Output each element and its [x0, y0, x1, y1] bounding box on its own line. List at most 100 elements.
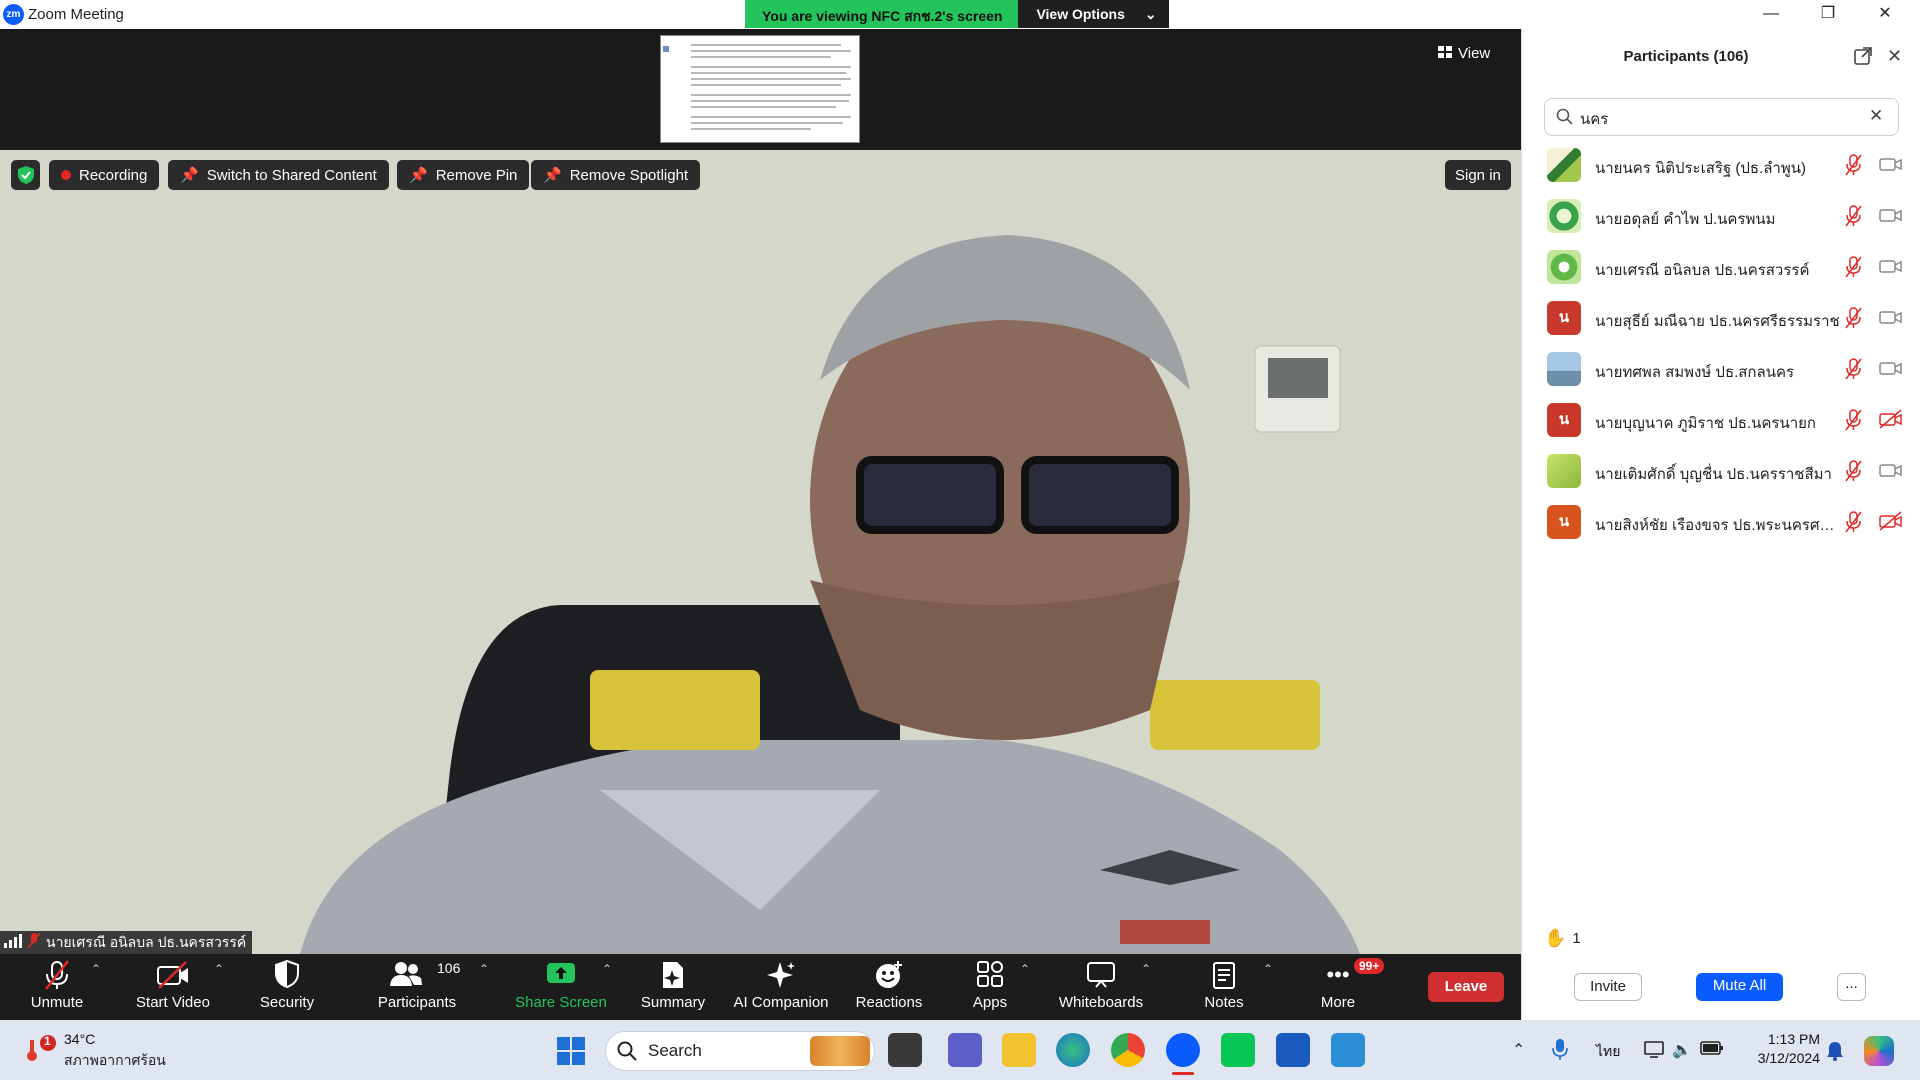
participant-row[interactable]: น นายบุญนาค ภูมิราช ปธ.นครนายก	[1521, 395, 1920, 446]
notepad-icon[interactable]	[1331, 1033, 1365, 1067]
grid-view-icon	[1438, 45, 1452, 62]
edge-icon[interactable]	[1056, 1033, 1090, 1067]
pin-icon: 📌	[409, 167, 428, 184]
copilot-icon[interactable]	[1864, 1036, 1894, 1066]
pop-out-icon[interactable]	[1853, 46, 1873, 71]
share-options-chevron-icon[interactable]: ⌃	[602, 962, 612, 976]
participant-avatar: น	[1547, 301, 1581, 335]
video-icon	[1879, 256, 1903, 281]
participant-row[interactable]: น นายสุธีย์ มณีฉาย ปธ.นครศรีธรรมราช	[1521, 293, 1920, 344]
participant-row[interactable]: นายเติมศักดิ์ บุญชื่น ปธ.นครราชสีมา	[1521, 446, 1920, 497]
summary-button[interactable]: Summary	[633, 954, 713, 1020]
view-options-button[interactable]: View Options ⌄	[1018, 0, 1169, 28]
muted-mic-icon	[1844, 154, 1862, 181]
zoom-taskbar-icon[interactable]	[1166, 1033, 1200, 1067]
apps-icon	[960, 954, 1020, 994]
remove-spotlight-button[interactable]: 📌 Remove Spotlight	[531, 160, 701, 190]
remove-pin-button[interactable]: 📌 Remove Pin	[397, 160, 530, 190]
video-off-icon	[1879, 511, 1903, 536]
muted-mic-icon	[1844, 307, 1862, 334]
restore-button[interactable]: ❐	[1800, 0, 1856, 29]
spotlight-icon: 📌	[543, 167, 562, 184]
participant-name: นายสิงห์ชัย เรืองขจร ปธ.พระนครศรีอยุธ...	[1595, 517, 1840, 534]
participant-row[interactable]: นายนคร นิติประเสริฐ (ปธ.ลำพูน)	[1521, 140, 1920, 191]
security-button[interactable]: Security	[252, 954, 322, 1020]
chevron-down-icon: ⌄	[1144, 6, 1157, 22]
participant-row[interactable]: นายอดุลย์ คำไพ ป.นครพนม	[1521, 191, 1920, 242]
more-notification-badge: 99+	[1354, 958, 1385, 974]
teams-icon[interactable]	[948, 1033, 982, 1067]
shared-screen-thumbnail[interactable]	[660, 35, 860, 143]
start-video-button[interactable]: Start Video	[133, 954, 213, 1020]
ai-companion-button[interactable]: AI Companion	[725, 954, 837, 1020]
word-icon[interactable]	[1276, 1033, 1310, 1067]
clock-date[interactable]: 3/12/2024	[1740, 1050, 1820, 1066]
battery-icon[interactable]	[1700, 1040, 1724, 1061]
summary-icon	[633, 954, 713, 994]
participant-row[interactable]: นายเศรณี อนิลบล ปธ.นครสวรรค์	[1521, 242, 1920, 293]
pin-icon: 📌	[180, 167, 199, 184]
language-indicator[interactable]: ไทย	[1596, 1041, 1620, 1063]
participant-row[interactable]: น นายสิงห์ชัย เรืองขจร ปธ.พระนครศรีอยุธ..…	[1521, 497, 1920, 548]
chrome-icon[interactable]	[1111, 1033, 1145, 1067]
switch-to-shared-content-button[interactable]: 📌 Switch to Shared Content	[168, 160, 389, 190]
notes-label: Notes	[1204, 994, 1244, 1011]
recording-label: Recording	[79, 166, 148, 184]
view-layout-button[interactable]: View	[1430, 40, 1498, 66]
whiteboards-button[interactable]: Whiteboards	[1050, 954, 1152, 1020]
search-input-value: นคร	[1580, 111, 1609, 128]
line-icon[interactable]	[1221, 1033, 1255, 1067]
notification-bell-icon[interactable]	[1826, 1041, 1844, 1066]
close-window-button[interactable]: ✕	[1857, 0, 1913, 29]
participant-row[interactable]: นายทศพล สมพงษ์ ปธ.สกลนคร	[1521, 344, 1920, 395]
weather-temperature: 34°C	[64, 1031, 96, 1047]
more-options-button[interactable]: ...	[1837, 973, 1866, 1001]
sign-in-button[interactable]: Sign in	[1445, 160, 1511, 190]
window-title: Zoom Meeting	[28, 6, 124, 23]
network-icon[interactable]	[1644, 1040, 1664, 1063]
weather-icon[interactable]	[26, 1034, 56, 1069]
windows-start-icon[interactable]	[557, 1037, 585, 1070]
shield-icon	[252, 954, 322, 994]
participants-button[interactable]: 106 Participants	[372, 954, 462, 1020]
video-options-chevron-icon[interactable]: ⌃	[214, 962, 224, 976]
leave-button[interactable]: Leave	[1428, 972, 1504, 1002]
show-hidden-icons-chevron-icon[interactable]: ⌃	[1512, 1040, 1525, 1060]
audio-options-chevron-icon[interactable]: ⌃	[91, 962, 101, 976]
reactions-button[interactable]: Reactions	[849, 954, 929, 1020]
muted-mic-icon	[1844, 409, 1862, 436]
clear-search-icon[interactable]: ✕	[1869, 106, 1883, 126]
unmute-button[interactable]: Unmute	[22, 954, 92, 1020]
share-screen-button[interactable]: Share Screen	[511, 954, 611, 1020]
video-icon	[1879, 358, 1903, 383]
video-off-icon	[133, 954, 213, 994]
record-dot-icon	[61, 170, 71, 180]
invite-button[interactable]: Invite	[1574, 973, 1642, 1001]
smiley-icon	[849, 954, 929, 994]
microphone-tray-icon[interactable]	[1552, 1038, 1568, 1065]
file-explorer-icon[interactable]	[1002, 1033, 1036, 1067]
task-view-icon[interactable]	[888, 1033, 922, 1067]
weather-description: สภาพอากาศร้อน	[64, 1052, 166, 1068]
muted-microphone-icon	[22, 954, 92, 994]
minimize-button[interactable]: —	[1743, 0, 1799, 29]
recording-indicator[interactable]: Recording	[49, 160, 160, 190]
zoom-active-indicator	[1172, 1072, 1194, 1075]
participants-panel-title: Participants (106)	[1623, 48, 1749, 65]
participant-avatar	[1547, 250, 1581, 284]
clock-time[interactable]: 1:13 PM	[1740, 1031, 1820, 1047]
participant-avatar	[1547, 352, 1581, 386]
speaker-name-tag: นายเศรณี อนิลบล ปธ.นครสวรรค์	[0, 931, 253, 954]
notes-options-chevron-icon[interactable]: ⌃	[1263, 962, 1273, 976]
apps-options-chevron-icon[interactable]: ⌃	[1020, 962, 1030, 976]
volume-icon[interactable]: 🔈	[1672, 1040, 1692, 1060]
apps-button[interactable]: Apps	[960, 954, 1020, 1020]
whiteboards-options-chevron-icon[interactable]: ⌃	[1141, 962, 1151, 976]
security-shield-icon[interactable]	[11, 160, 40, 190]
participants-options-chevron-icon[interactable]: ⌃	[479, 962, 489, 976]
notes-button[interactable]: Notes	[1192, 954, 1256, 1020]
close-panel-icon[interactable]: ✕	[1887, 46, 1902, 67]
video-icon	[1879, 460, 1903, 485]
mute-all-button[interactable]: Mute All	[1696, 973, 1783, 1001]
ai-sparkle-icon	[725, 954, 837, 994]
